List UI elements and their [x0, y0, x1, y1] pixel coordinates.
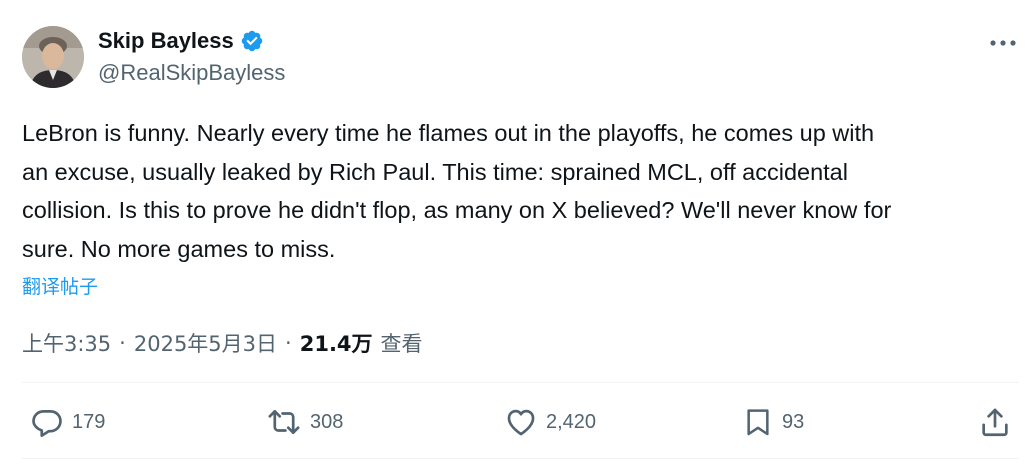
bookmark-icon	[747, 409, 769, 436]
divider	[22, 458, 1019, 459]
like-count: 2,420	[546, 410, 597, 433]
tweet-time[interactable]: 上午3:35	[22, 328, 111, 358]
more-horizontal-icon	[990, 40, 1016, 46]
verified-badge-icon	[240, 29, 264, 53]
separator: ·	[285, 331, 292, 355]
repost-button[interactable]: 308	[266, 400, 343, 444]
tweet-date[interactable]: 2025年5月3日	[134, 328, 277, 358]
translate-post-link[interactable]: 翻译帖子	[22, 272, 98, 299]
tweet-text: LeBron is funny. Nearly every time he fl…	[22, 120, 892, 262]
divider	[22, 382, 1019, 383]
separator: ·	[119, 331, 126, 355]
reply-button[interactable]: 179	[30, 400, 105, 444]
tweet-metadata: 上午3:35 · 2025年5月3日 · 21.4万 查看	[22, 328, 423, 358]
views-count: 21.4万	[299, 332, 373, 356]
author-name-row: Skip Bayless	[98, 28, 264, 54]
author-handle[interactable]: @RealSkipBayless	[98, 60, 285, 86]
views-label: 查看	[380, 332, 423, 356]
reply-icon	[32, 410, 62, 437]
like-button[interactable]: 2,420	[504, 400, 596, 444]
more-options-button[interactable]	[987, 30, 1019, 56]
share-button[interactable]	[978, 400, 1012, 444]
bookmark-count: 93	[782, 410, 805, 433]
reply-count: 179	[72, 410, 106, 433]
bookmark-button[interactable]: 93	[742, 400, 804, 444]
avatar[interactable]	[22, 26, 84, 88]
author-display-name[interactable]: Skip Bayless	[98, 28, 234, 54]
repost-count: 308	[310, 410, 344, 433]
tweet-card: Skip Bayless @RealSkipBayless LeBron is …	[0, 0, 1033, 465]
heart-icon	[507, 409, 535, 436]
repost-icon	[268, 410, 300, 434]
share-icon	[982, 408, 1008, 437]
avatar-image	[22, 26, 84, 88]
action-bar: 179 308 2,420 93	[0, 400, 1033, 444]
